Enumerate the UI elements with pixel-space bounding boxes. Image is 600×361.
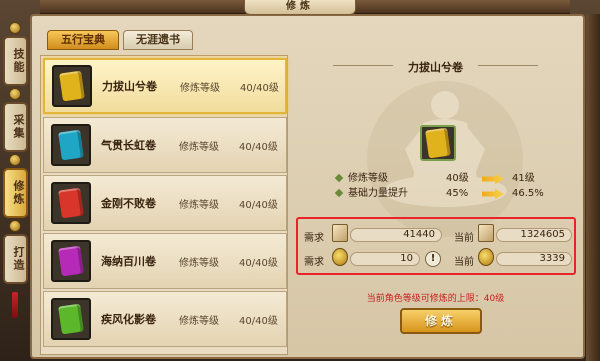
stat-current: 45%	[446, 188, 469, 199]
book-name: 气贯长虹卷	[101, 139, 156, 152]
divider	[478, 65, 538, 66]
side-tab-skills[interactable]: 技能	[3, 36, 28, 86]
book-list: 力拔山兮卷 修炼等级 40/40级 气贯长虹卷 修炼等级 40/40级 金刚不败…	[40, 55, 288, 355]
side-tab-bar: 技能 采集 修炼 打造	[0, 22, 32, 322]
book-row[interactable]: 气贯长虹卷 修炼等级 40/40级	[43, 117, 287, 173]
book-row[interactable]: 金刚不败卷 修炼等级 40/40级	[43, 175, 287, 231]
book-slot	[51, 182, 91, 224]
book-detail-pane: 力拔山兮卷 修炼等级 40级 41级 基础力量提升 45% 46.5% 需求 4…	[293, 55, 578, 355]
book-slot	[51, 124, 91, 166]
book-name: 疾风化影卷	[101, 313, 156, 326]
stat-label: 基础力量提升	[348, 188, 408, 199]
stat-next: 41级	[512, 173, 535, 184]
detail-book-slot	[420, 125, 456, 161]
tab-endless-scroll[interactable]: 无涯遗书	[123, 30, 193, 50]
warning-icon[interactable]: !	[425, 251, 441, 267]
side-tab-cultivate[interactable]: 修炼	[3, 168, 28, 218]
book-name: 力拔山兮卷	[102, 80, 157, 93]
side-tab-forge[interactable]: 打造	[3, 234, 28, 284]
tassel-ornament	[12, 292, 18, 318]
book-stat-value: 40/40级	[239, 199, 278, 211]
cultivate-button[interactable]: 修炼	[400, 308, 482, 334]
tab-five-elements[interactable]: 五行宝典	[47, 30, 119, 50]
book-stat-value: 40/40级	[240, 82, 279, 94]
book-row[interactable]: 海纳百川卷 修炼等级 40/40级	[43, 233, 287, 289]
coin-icon	[478, 248, 494, 266]
diamond-icon	[334, 188, 344, 198]
book-stat-value: 40/40级	[239, 141, 278, 153]
green-book-icon	[58, 303, 84, 335]
requirement-row-coin: 需求 10 ! 当前 3339	[302, 248, 572, 268]
frame-pillar	[586, 14, 600, 361]
cyan-book-icon	[58, 129, 84, 161]
knob-icon	[9, 22, 21, 34]
yellow-book-icon	[59, 70, 85, 102]
book-name: 金刚不败卷	[101, 197, 156, 210]
book-slot	[51, 298, 91, 340]
knob-icon	[9, 154, 21, 166]
requirement-box: 需求 41440 当前 1324605 需求 10 ! 当前 3339	[296, 217, 576, 275]
book-stat-value: 40/40级	[239, 315, 278, 327]
knob-icon	[9, 220, 21, 232]
side-tab-gather[interactable]: 采集	[3, 102, 28, 152]
window-title: 修炼	[244, 0, 356, 15]
current-value: 1324605	[496, 228, 572, 242]
book-stat-label: 修炼等级	[179, 315, 219, 327]
current-value: 3339	[496, 252, 572, 266]
req-label: 需求	[304, 257, 324, 268]
diamond-icon	[334, 173, 344, 183]
stat-row-strength: 基础力量提升 45% 46.5%	[334, 188, 544, 200]
knob-icon	[9, 88, 21, 100]
book-stat-label: 修炼等级	[179, 257, 219, 269]
red-book-icon	[58, 187, 84, 219]
book-stat-label: 修炼等级	[180, 82, 220, 94]
current-label: 当前	[454, 257, 474, 268]
scroll-icon	[478, 224, 494, 242]
stat-label: 修炼等级	[348, 173, 388, 184]
book-stat-value: 40/40级	[239, 257, 278, 269]
book-stat-label: 修炼等级	[179, 199, 219, 211]
stat-row-level: 修炼等级 40级 41级	[334, 173, 535, 185]
requirement-row-scroll: 需求 41440 当前 1324605	[302, 224, 572, 244]
yellow-book-icon	[425, 127, 451, 159]
book-slot	[51, 240, 91, 282]
book-row[interactable]: 力拔山兮卷 修炼等级 40/40级	[43, 58, 287, 114]
book-row[interactable]: 疾风化影卷 修炼等级 40/40级	[43, 291, 287, 347]
book-slot	[52, 65, 92, 107]
req-label: 需求	[304, 233, 324, 244]
required-value: 41440	[350, 228, 442, 242]
book-name: 海纳百川卷	[101, 255, 156, 268]
stat-current: 40级	[446, 173, 469, 184]
detail-title: 力拔山兮卷	[408, 61, 463, 74]
scroll-icon	[332, 224, 348, 242]
purple-book-icon	[58, 245, 84, 277]
coin-icon	[332, 248, 348, 266]
level-limit-note: 当前角色等级可修炼的上限：40级	[366, 294, 505, 304]
required-value: 10	[350, 252, 420, 266]
book-stat-label: 修炼等级	[179, 141, 219, 153]
current-label: 当前	[454, 233, 474, 244]
stat-next: 46.5%	[512, 188, 544, 199]
